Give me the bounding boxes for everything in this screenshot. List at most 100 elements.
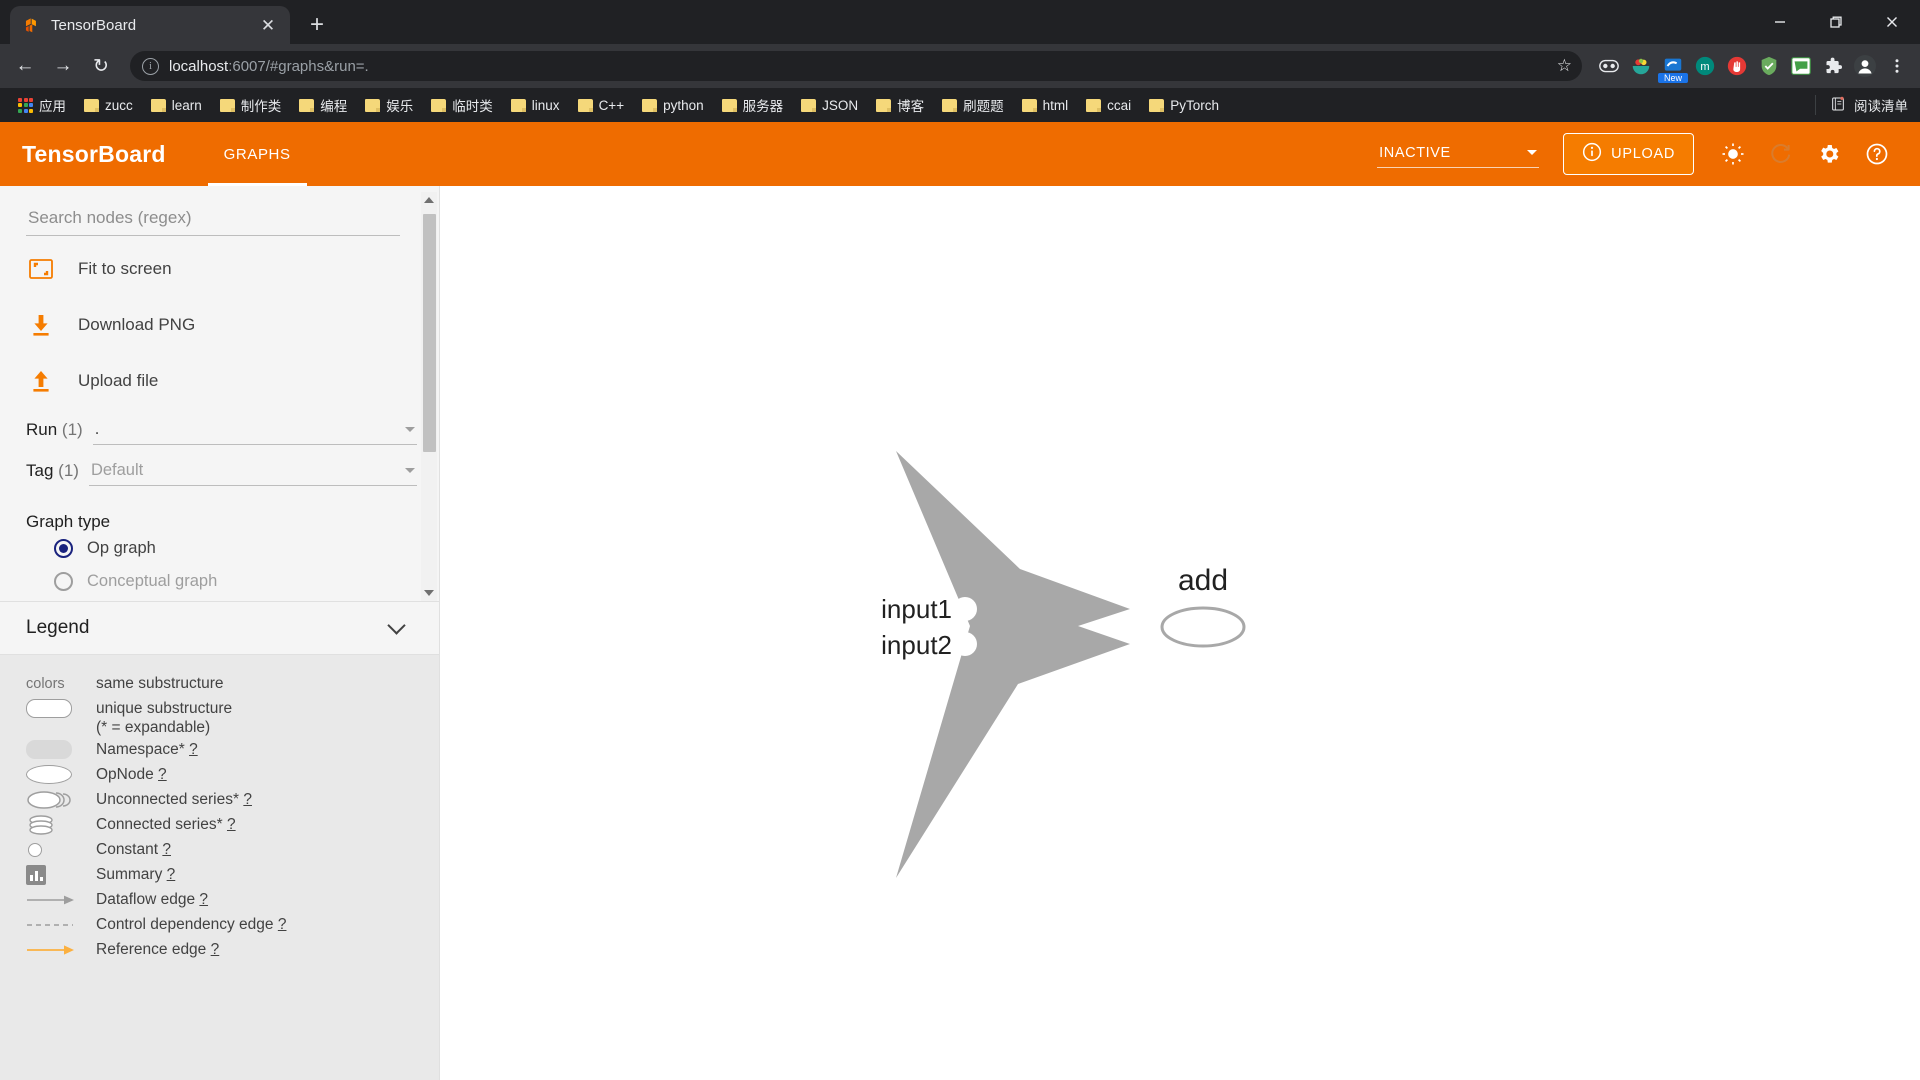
bookmark-apps[interactable]: 应用 <box>10 91 74 119</box>
infinity-extension-icon[interactable] <box>1594 51 1624 81</box>
bookmark-label: 娱乐 <box>386 99 414 114</box>
opnode-ellipse[interactable] <box>1160 606 1246 648</box>
upload-file-button[interactable]: Upload file <box>26 358 417 404</box>
tab-graphs[interactable]: GRAPHS <box>207 122 307 186</box>
sidebar-scrollbar[interactable] <box>421 192 437 601</box>
site-info-icon[interactable]: i <box>142 57 159 75</box>
legend-key-shape <box>26 944 78 956</box>
bookmark-learn[interactable]: learn <box>143 94 210 117</box>
bookmark-json[interactable]: JSON <box>793 94 866 117</box>
fit-to-screen-button[interactable]: Fit to screen <box>26 246 417 292</box>
graph-svg[interactable]: input1 input2 add <box>440 186 1920 1080</box>
legend-body: colors same substructure unique substruc… <box>0 655 439 1080</box>
bookmark-pytorch[interactable]: PyTorch <box>1141 94 1227 117</box>
back-arrow-icon[interactable]: ← <box>8 49 42 83</box>
node-input1[interactable]: input1 <box>881 594 977 624</box>
bookmark-html[interactable]: html <box>1014 94 1077 117</box>
refresh-icon[interactable] <box>1760 133 1802 175</box>
folder-icon <box>721 98 737 112</box>
help-question-icon[interactable] <box>1856 133 1898 175</box>
bookmark-label: 临时类 <box>452 99 493 114</box>
legend-key-shape <box>26 790 78 810</box>
bookmark-boke[interactable]: 博客 <box>868 91 932 119</box>
node-label: input1 <box>881 594 952 624</box>
bookmark-label: JSON <box>822 97 859 113</box>
scroll-up-arrow-icon[interactable] <box>421 192 437 208</box>
bookmark-shuatiti[interactable]: 刷题题 <box>934 91 1012 119</box>
tensorboard-logo[interactable]: TensorBoard <box>22 141 166 168</box>
bookmark-cpp[interactable]: C++ <box>570 94 633 117</box>
legend-help-link[interactable]: ? <box>158 766 167 783</box>
rounded-rect-filled-icon <box>26 740 72 759</box>
run-dropdown[interactable]: . <box>92 418 417 445</box>
bookmark-fuwuqi[interactable]: 服务器 <box>714 91 792 119</box>
legend-key-shape <box>26 894 78 906</box>
browser-tab[interactable]: TensorBoard ✕ <box>10 6 290 44</box>
legend-help-link[interactable]: ? <box>199 891 208 908</box>
bookmark-python[interactable]: python <box>634 94 712 117</box>
graph-canvas[interactable]: input1 input2 add <box>440 186 1920 1080</box>
window-close-button[interactable] <box>1864 0 1920 44</box>
legend-help-link[interactable]: ? <box>243 791 252 808</box>
scrollbar-thumb[interactable] <box>423 214 436 452</box>
reload-icon[interactable]: ↻ <box>84 49 118 83</box>
run-status-dropdown[interactable]: INACTIVE <box>1377 141 1540 168</box>
chevron-down-icon <box>387 615 406 635</box>
legend-header[interactable]: Legend <box>0 601 439 655</box>
green-chat-extension-icon[interactable] <box>1786 51 1816 81</box>
window-maximize-button[interactable] <box>1808 0 1864 44</box>
legend-label: Namespace* ? <box>96 740 198 758</box>
legend-help-link[interactable]: ? <box>162 841 171 858</box>
search-input[interactable] <box>26 202 400 236</box>
scrollbar-track[interactable] <box>421 208 437 585</box>
profile-avatar-icon[interactable] <box>1850 51 1880 81</box>
stop-hand-extension-icon[interactable] <box>1722 51 1752 81</box>
node-input2[interactable]: input2 <box>881 630 977 660</box>
chrome-menu-icon[interactable] <box>1882 51 1912 81</box>
address-bar[interactable]: i localhost:6007/#graphs&run=. ☆ <box>130 51 1582 81</box>
tag-dropdown[interactable]: Default <box>88 459 417 486</box>
bookmark-label: linux <box>531 97 560 113</box>
bookmark-zucc[interactable]: zucc <box>76 94 141 117</box>
node-add[interactable]: add <box>1160 564 1246 648</box>
tab-close-icon[interactable]: ✕ <box>258 17 278 34</box>
info-circle-icon <box>1582 142 1602 166</box>
puzzle-extensions-icon[interactable] <box>1818 51 1848 81</box>
bookmark-biancheng[interactable]: 编程 <box>291 91 355 119</box>
fit-to-screen-icon <box>26 256 56 282</box>
legend-help-link[interactable]: ? <box>227 816 236 833</box>
brightness-icon[interactable] <box>1712 133 1754 175</box>
radio-op-graph[interactable]: Op graph <box>26 532 417 565</box>
m-extension-icon[interactable]: m <box>1690 51 1720 81</box>
legend-help-link[interactable]: ? <box>167 866 176 883</box>
bookmark-linshilei[interactable]: 临时类 <box>423 91 501 119</box>
scroll-down-arrow-icon[interactable] <box>421 585 437 601</box>
legend-help-link[interactable]: ? <box>211 941 220 958</box>
chevron-down-icon <box>405 468 415 473</box>
folder-icon <box>801 98 817 112</box>
legend-help-link[interactable]: ? <box>278 916 287 933</box>
fruit-bowl-extension-icon[interactable] <box>1626 51 1656 81</box>
window-minimize-button[interactable] <box>1752 0 1808 44</box>
bookmark-ccai[interactable]: ccai <box>1078 94 1139 117</box>
svg-text:m: m <box>1700 61 1709 73</box>
new-badge-extension-icon[interactable]: New <box>1658 51 1688 83</box>
download-png-button[interactable]: Download PNG <box>26 302 417 348</box>
legend-key-shape <box>26 765 78 784</box>
constant-node-circle[interactable] <box>953 597 977 621</box>
bookmark-linux[interactable]: linux <box>503 94 568 117</box>
upload-button[interactable]: UPLOAD <box>1563 133 1694 175</box>
legend-item-constant: Constant ? <box>26 837 413 862</box>
settings-gear-icon[interactable] <box>1808 133 1850 175</box>
new-tab-button[interactable]: + <box>300 8 334 42</box>
ellipse-icon <box>26 765 72 784</box>
forward-arrow-icon[interactable]: → <box>46 49 80 83</box>
bookmark-zhizuolei[interactable]: 制作类 <box>212 91 290 119</box>
constant-node-circle[interactable] <box>953 632 977 656</box>
shield-extension-icon[interactable] <box>1754 51 1784 81</box>
bookmark-label: learn <box>171 97 202 113</box>
reading-list-button[interactable]: 阅读清单 <box>1815 95 1908 115</box>
bookmark-star-icon[interactable]: ☆ <box>1557 56 1572 76</box>
legend-help-link[interactable]: ? <box>189 741 198 758</box>
bookmark-yule[interactable]: 娱乐 <box>357 91 421 119</box>
